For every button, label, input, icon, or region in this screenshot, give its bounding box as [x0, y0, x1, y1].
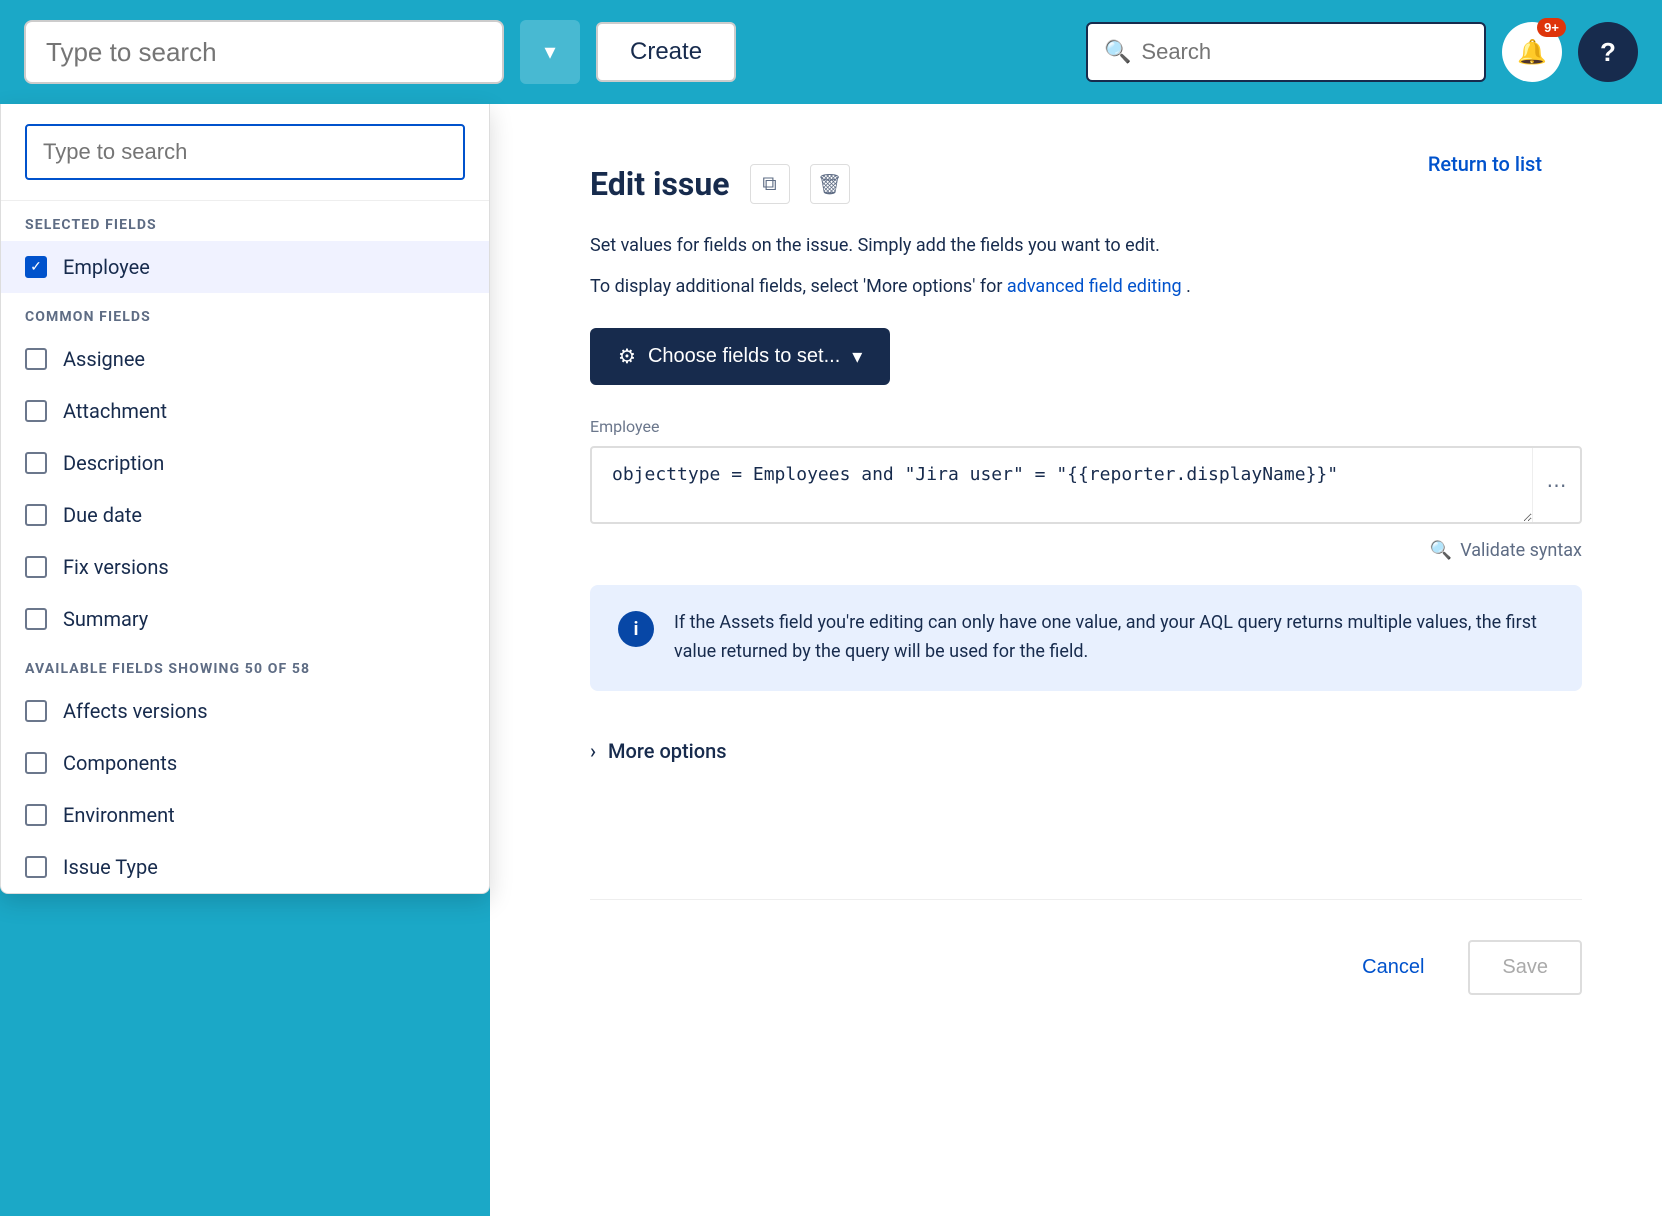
list-item[interactable]: Components [1, 737, 489, 789]
field-label-environment: Environment [63, 803, 175, 827]
nav-chevron-button[interactable]: ▾ [520, 20, 580, 84]
list-item[interactable]: Assignee [1, 333, 489, 385]
choose-fields-button[interactable]: ⚙ Choose fields to set... ▾ [590, 328, 890, 385]
checkbox-employee[interactable]: ✓ [25, 256, 47, 278]
list-item[interactable]: Affects versions [1, 685, 489, 737]
edit-issue-title: Edit issue [590, 165, 730, 203]
field-label-assignee: Assignee [63, 347, 145, 371]
main-area: SELECTED FIELDS ✓ Employee COMMON FIELDS… [0, 104, 1662, 1216]
checkbox-issue-type[interactable] [25, 856, 47, 878]
field-label-employee: Employee [63, 255, 150, 279]
choose-fields-label: Choose fields to set... [648, 345, 840, 368]
field-label-issue-type: Issue Type [63, 855, 158, 879]
more-options-toggle[interactable]: › More options [590, 723, 1582, 779]
employee-field-wrapper: ⋯ [590, 446, 1582, 524]
trash-icon: 🗑 [817, 172, 842, 197]
common-fields-header: COMMON FIELDS [1, 293, 489, 333]
edit-description-1: Set values for fields on the issue. Simp… [590, 232, 1582, 259]
dropdown-search-input[interactable] [25, 124, 465, 180]
chevron-down-icon: ▾ [544, 39, 555, 65]
create-button[interactable]: Create [596, 22, 736, 82]
notification-badge: 9+ [1537, 18, 1566, 37]
checkbox-due-date[interactable] [25, 504, 47, 526]
help-icon: ? [1600, 37, 1616, 68]
nav-search-input[interactable] [24, 20, 504, 84]
list-item[interactable]: ✓ Employee [1, 241, 489, 293]
checkbox-description[interactable] [25, 452, 47, 474]
edit-description-2-post: . [1186, 276, 1191, 297]
selected-fields-header: SELECTED FIELDS [1, 201, 489, 241]
employee-field-input[interactable] [592, 448, 1532, 522]
validate-syntax-label: Validate syntax [1460, 540, 1582, 561]
list-item[interactable]: Fix versions [1, 541, 489, 593]
checkbox-components[interactable] [25, 752, 47, 774]
list-item[interactable]: Due date [1, 489, 489, 541]
chevron-down-icon: ▾ [852, 344, 862, 369]
field-label-affects-versions: Affects versions [63, 699, 208, 723]
field-label-description: Description [63, 451, 164, 475]
delete-button[interactable]: 🗑 [810, 164, 850, 204]
list-item[interactable]: Summary [1, 593, 489, 645]
notifications-button[interactable]: 🔔 9+ [1502, 22, 1562, 82]
copy-icon: ⧉ [762, 173, 776, 196]
checkbox-assignee[interactable] [25, 348, 47, 370]
list-item[interactable]: Description [1, 437, 489, 489]
search-icon: 🔍 [1430, 540, 1452, 561]
advanced-field-editing-link[interactable]: advanced field editing [1007, 276, 1182, 297]
checkbox-attachment[interactable] [25, 400, 47, 422]
edit-description-2-pre: To display additional fields, select 'Mo… [590, 276, 1007, 297]
search-icon: 🔍 [1104, 40, 1131, 65]
help-button[interactable]: ? [1578, 22, 1638, 82]
checkbox-affects-versions[interactable] [25, 700, 47, 722]
more-icon: ⋯ [1547, 473, 1567, 498]
checkbox-fix-versions[interactable] [25, 556, 47, 578]
checkbox-summary[interactable] [25, 608, 47, 630]
edit-description-2: To display additional fields, select 'Mo… [590, 273, 1582, 300]
checkbox-environment[interactable] [25, 804, 47, 826]
return-to-list-link[interactable]: Return to list [1428, 152, 1542, 176]
list-item[interactable]: Issue Type [1, 841, 489, 893]
field-label-fix-versions: Fix versions [63, 555, 169, 579]
info-icon: i [618, 611, 654, 647]
cancel-button[interactable]: Cancel [1338, 940, 1448, 995]
info-box: i If the Assets field you're editing can… [590, 585, 1582, 691]
field-label-attachment: Attachment [63, 399, 167, 423]
more-options-label: More options [608, 739, 727, 763]
field-dropdown-panel: SELECTED FIELDS ✓ Employee COMMON FIELDS… [0, 104, 490, 894]
list-item[interactable]: Attachment [1, 385, 489, 437]
list-item[interactable]: Environment [1, 789, 489, 841]
search-bar: 🔍 [1086, 22, 1486, 82]
top-nav: ▾ Create 🔍 🔔 9+ ? [0, 0, 1662, 104]
save-button[interactable]: Save [1468, 940, 1582, 995]
gear-icon: ⚙ [618, 344, 636, 369]
search-input[interactable] [1141, 39, 1468, 65]
bell-icon: 🔔 [1517, 38, 1547, 67]
copy-button[interactable]: ⧉ [750, 164, 790, 204]
edit-panel: Return to list Edit issue ⧉ 🗑 Set values… [490, 104, 1662, 1216]
field-label-due-date: Due date [63, 503, 142, 527]
validate-syntax-button[interactable]: 🔍 Validate syntax [590, 540, 1582, 561]
employee-field-label: Employee [590, 417, 1582, 436]
field-more-button[interactable]: ⋯ [1532, 448, 1580, 522]
field-label-components: Components [63, 751, 177, 775]
available-fields-header: AVAILABLE FIELDS SHOWING 50 OF 58 [1, 645, 489, 685]
chevron-right-icon: › [590, 739, 596, 763]
info-text: If the Assets field you're editing can o… [674, 609, 1554, 667]
field-label-summary: Summary [63, 607, 148, 631]
dropdown-search-area [1, 104, 489, 201]
